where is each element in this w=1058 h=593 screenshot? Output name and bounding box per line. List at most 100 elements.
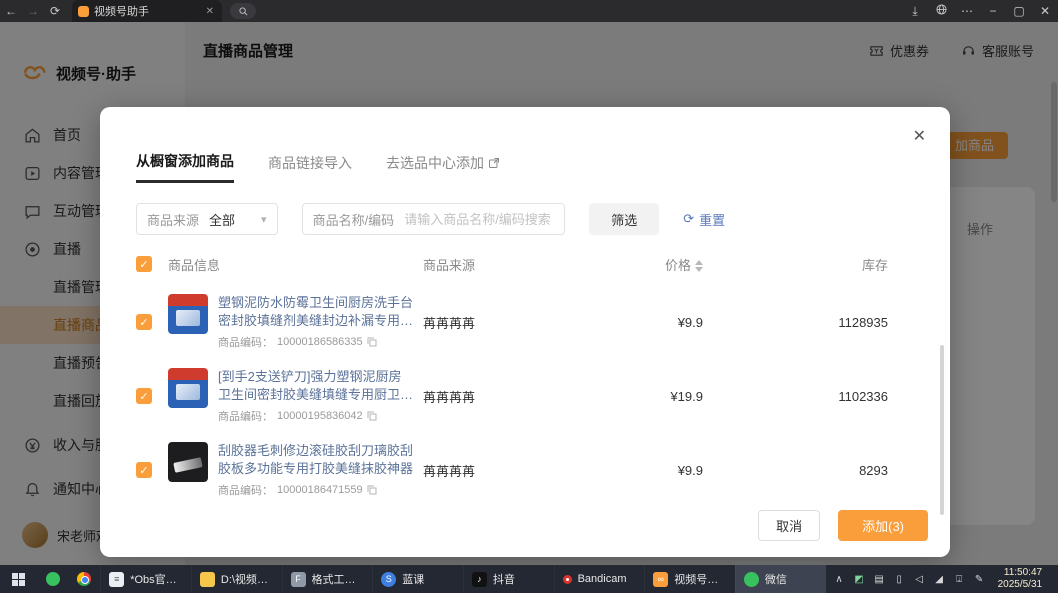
browser-tab[interactable]: 视频号助手 ✕ [72, 0, 222, 22]
product-title-link[interactable]: [到手2支送铲刀]强力塑钢泥厨房卫生间密封胶美缝填缝专用厨卫密封胶150M... [218, 368, 414, 403]
table-row: ✓ 塑钢泥防水防霉卫生间厨房洗手台密封胶填缝剂美缝封边补漏专用胶150ml...… [100, 285, 950, 359]
windows-taskbar: ≡ *Obs官网电脑... D:\视频号直播... F 格式工厂 X64 ...… [0, 565, 1058, 593]
product-code: 10000186471559 [277, 484, 363, 496]
taskbar-app-notepad[interactable]: ≡ *Obs官网电脑... [100, 565, 191, 593]
external-link-icon [488, 157, 500, 169]
modal-tabs: 从橱窗添加商品 商品链接导入 去选品中心添加 [100, 107, 950, 183]
tray-pen-icon[interactable]: ✎ [974, 574, 985, 585]
reset-label: 重置 [699, 210, 725, 229]
download-icon[interactable]: ⤓ [902, 4, 928, 19]
tab-favicon [78, 6, 89, 17]
tray-device-icon[interactable]: ▯ [894, 574, 905, 585]
taskbar-app-wechat[interactable]: 微信 [735, 565, 826, 593]
product-code-label: 商品编码： [218, 408, 273, 424]
product-source: 苒苒苒苒 [423, 313, 573, 332]
product-code-label: 商品编码： [218, 334, 273, 350]
tab-selection-center[interactable]: 去选品中心添加 [386, 151, 500, 183]
taskbar-app-lanke[interactable]: S 蓝课 [372, 565, 463, 593]
copy-icon[interactable] [367, 411, 377, 421]
windows-logo-icon [12, 573, 25, 586]
taskbar-app-folder[interactable]: D:\视频号直播... [191, 565, 282, 593]
table-row: ✓ 刮胶器毛刺修边滚硅胶刮刀璃胶刮胶板多功能专用打胶美缝抹胶神器 商品编码： 10… [100, 433, 950, 507]
column-header-source: 商品来源 [423, 255, 573, 274]
start-button[interactable] [0, 565, 37, 593]
browser-refresh-button[interactable]: ⟳ [44, 4, 66, 18]
formatfactory-icon: F [291, 572, 306, 587]
column-header-info: 商品信息 [168, 255, 423, 274]
wechat-icon [744, 572, 759, 587]
name-search-control: 商品名称/编码 [302, 203, 566, 235]
name-search-label: 商品名称/编码 [313, 210, 395, 229]
column-header-stock: 库存 [703, 255, 888, 274]
filter-button[interactable]: 筛选 [589, 203, 659, 235]
browser-titlebar: ← → ⟳ 视频号助手 ✕ ⤓ ⋯ − ▢ ✕ [0, 0, 1058, 22]
product-title-link[interactable]: 刮胶器毛刺修边滚硅胶刮刀璃胶刮胶板多功能专用打胶美缝抹胶神器 [218, 442, 414, 477]
product-source: 苒苒苒苒 [423, 461, 573, 480]
browser-back-button[interactable]: ← [0, 4, 22, 18]
row-checkbox[interactable]: ✓ [136, 388, 152, 404]
tray-monitor-icon[interactable]: ▤ [874, 574, 885, 585]
product-code-label: 商品编码： [218, 482, 273, 498]
table-header-row: ✓ 商品信息 商品来源 价格 库存 [100, 243, 950, 285]
product-thumbnail [168, 294, 208, 334]
product-price: ¥19.9 [573, 389, 703, 404]
confirm-add-button[interactable]: 添加(3) [838, 510, 928, 541]
tray-usb-icon[interactable]: ⍗ [954, 574, 965, 585]
search-icon [239, 7, 248, 16]
product-price: ¥9.9 [573, 315, 703, 330]
tab-close-icon[interactable]: ✕ [204, 6, 216, 17]
window-minimize-button[interactable]: − [980, 4, 1006, 18]
product-title-link[interactable]: 塑钢泥防水防霉卫生间厨房洗手台密封胶填缝剂美缝封边补漏专用胶150ml... [218, 294, 414, 329]
tray-expand-icon[interactable]: ∧ [834, 574, 845, 585]
modal-close-icon[interactable]: ✕ [913, 129, 926, 145]
copy-icon[interactable] [367, 485, 377, 495]
modal-scrollbar[interactable] [940, 345, 944, 515]
source-select[interactable]: 商品来源 全部 ▾ [136, 203, 278, 235]
window-close-button[interactable]: ✕ [1032, 4, 1058, 18]
copy-icon[interactable] [367, 337, 377, 347]
column-header-price[interactable]: 价格 [573, 255, 703, 274]
taskbar-wechat-mini-icon[interactable] [37, 565, 68, 593]
cancel-button[interactable]: 取消 [758, 510, 820, 541]
table-row: ✓ [到手2支送铲刀]强力塑钢泥厨房卫生间密封胶美缝填缝专用厨卫密封胶150M.… [100, 359, 950, 433]
product-source: 苒苒苒苒 [423, 387, 573, 406]
notepad-icon: ≡ [109, 572, 124, 587]
address-search-button[interactable] [230, 3, 256, 19]
reset-button[interactable]: ⟳ 重置 [683, 210, 725, 229]
product-thumbnail [168, 442, 208, 482]
sort-icon[interactable] [695, 260, 703, 272]
name-search-input[interactable] [404, 212, 554, 227]
browser-forward-button[interactable]: → [22, 4, 44, 18]
taskbar-app-douyin[interactable]: ♪ 抖音 [463, 565, 554, 593]
filter-bar: 商品来源 全部 ▾ 商品名称/编码 筛选 ⟳ 重置 [100, 183, 950, 235]
taskbar-chrome-icon[interactable] [69, 565, 100, 593]
row-checkbox[interactable]: ✓ [136, 314, 152, 330]
clock-date: 2025/5/31 [998, 579, 1043, 592]
douyin-icon: ♪ [472, 572, 487, 587]
product-stock: 8293 [703, 463, 888, 478]
add-products-modal: ✕ 从橱窗添加商品 商品链接导入 去选品中心添加 商品来源 全部 ▾ 商品名称/… [100, 107, 950, 557]
clock-time: 11:50:47 [998, 567, 1043, 580]
product-code: 10000186586335 [277, 336, 363, 348]
tab-import-by-link[interactable]: 商品链接导入 [268, 151, 352, 183]
row-checkbox[interactable]: ✓ [136, 462, 152, 478]
window-restore-button[interactable]: ▢ [1006, 4, 1032, 18]
tab-add-from-showcase[interactable]: 从橱窗添加商品 [136, 151, 234, 183]
select-all-checkbox[interactable]: ✓ [136, 256, 152, 272]
product-stock: 1128935 [703, 315, 888, 330]
browser-menu-icon[interactable]: ⋯ [954, 4, 980, 18]
tray-chat-icon[interactable]: ◩ [854, 574, 865, 585]
app-window: 视频号·助手 首页 内容管理 互动管理 直播 直播管理 直播商品管理 直播预告 … [0, 22, 1058, 565]
source-select-label: 商品来源 [147, 210, 199, 229]
tab-label: 商品链接导入 [268, 153, 352, 173]
tray-network-icon[interactable]: ◢ [934, 574, 945, 585]
taskbar-app-formatfactory[interactable]: F 格式工厂 X64 ... [282, 565, 373, 593]
product-stock: 1102336 [703, 389, 888, 404]
tray-volume-icon[interactable]: ◁ [914, 574, 925, 585]
channels-live-icon: ∞ [653, 572, 668, 587]
product-code: 10000195836042 [277, 410, 363, 422]
taskbar-app-bandicam[interactable]: Bandicam [554, 565, 645, 593]
taskbar-clock[interactable]: 11:50:47 2025/5/31 [994, 567, 1051, 592]
globe-icon[interactable] [928, 4, 954, 18]
taskbar-app-channels-live[interactable]: ∞ 视频号直播伴侣 [644, 565, 735, 593]
